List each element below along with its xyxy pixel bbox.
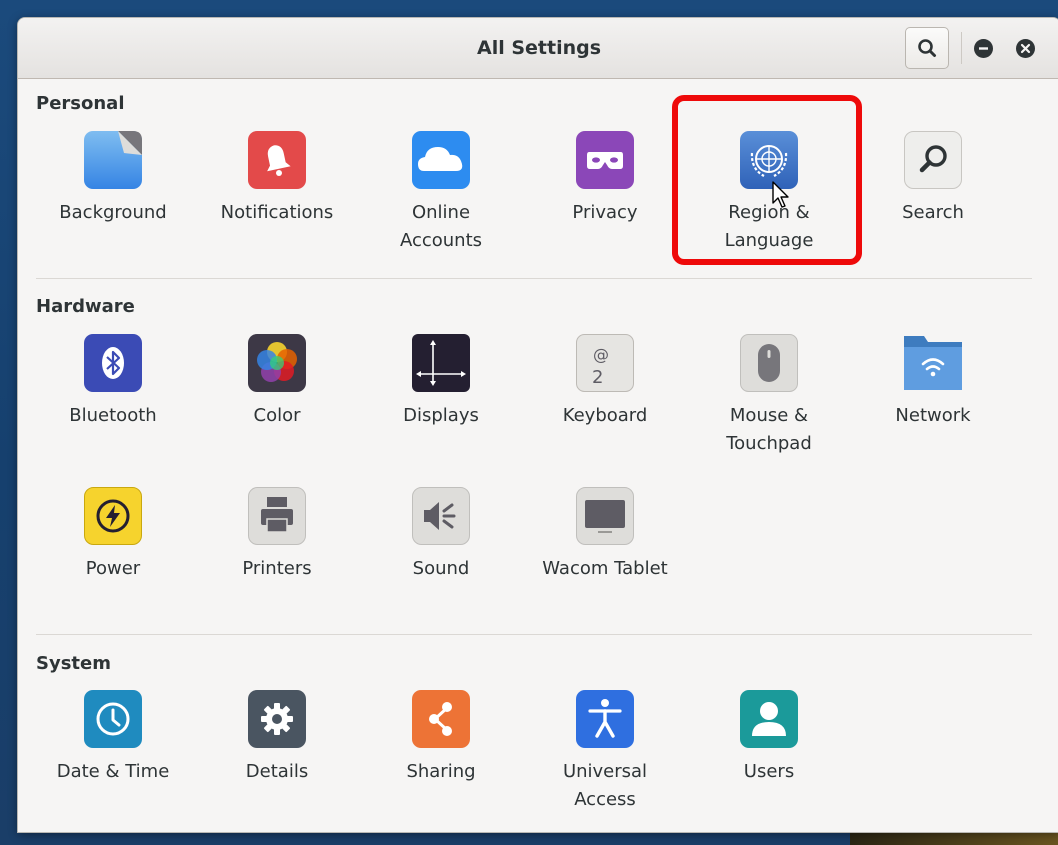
user-icon	[740, 690, 798, 748]
section-divider	[36, 278, 1032, 279]
bluetooth-icon	[84, 334, 142, 392]
panel-label: Sharing	[406, 761, 476, 782]
search-icon	[918, 39, 936, 57]
titlebar-separator	[961, 32, 962, 64]
section-title-hardware: Hardware	[36, 296, 135, 317]
close-button[interactable]	[1016, 39, 1035, 58]
displays-icon	[412, 334, 470, 392]
panel-label: Details	[245, 761, 309, 782]
section-title-system: System	[36, 653, 111, 674]
background-icon	[84, 131, 142, 189]
clock-icon	[84, 690, 142, 748]
panel-background[interactable]: Background	[31, 131, 195, 227]
panel-label: Region & Language	[724, 202, 814, 251]
panel-label: Printers	[242, 558, 312, 579]
mask-icon	[576, 131, 634, 189]
panel-label: Network	[895, 405, 971, 426]
color-wheel-icon	[248, 334, 306, 392]
panel-label: Wacom Tablet	[542, 558, 668, 579]
panel-label: Color	[253, 405, 301, 426]
key-bottom-text: 2	[592, 367, 603, 388]
panel-mouse-touchpad[interactable]: Mouse & Touchpad	[687, 334, 851, 458]
panel-universal-access[interactable]: Universal Access	[523, 690, 687, 814]
panel-label: Displays	[403, 405, 479, 426]
panel-details[interactable]: Details	[195, 690, 359, 786]
panel-power[interactable]: Power	[31, 487, 195, 583]
mouse-cursor-icon	[772, 181, 789, 208]
close-icon	[1020, 43, 1031, 54]
panel-keyboard[interactable]: @ 2 Keyboard	[523, 334, 687, 430]
accessibility-icon	[576, 690, 634, 748]
settings-window: All Settings Personal Background Notific…	[18, 18, 1058, 832]
panel-label: Sound	[412, 558, 470, 579]
network-folder-icon	[902, 334, 964, 392]
mouse-icon	[740, 334, 798, 392]
panel-notifications[interactable]: Notifications	[195, 131, 359, 227]
panel-label: Mouse & Touchpad	[726, 405, 812, 454]
section-divider	[36, 634, 1032, 635]
panel-sound[interactable]: Sound	[359, 487, 523, 583]
panel-label: Notifications	[220, 202, 334, 223]
speaker-icon	[412, 487, 470, 545]
panel-label: Background	[59, 202, 167, 223]
panel-label: Power	[85, 558, 141, 579]
share-icon	[412, 690, 470, 748]
panel-sharing[interactable]: Sharing	[359, 690, 523, 786]
panel-label: Keyboard	[562, 405, 648, 426]
desktop-background-bottom	[850, 830, 1058, 845]
keyboard-icon: @ 2	[576, 334, 634, 392]
panel-privacy[interactable]: Privacy	[523, 131, 687, 227]
window-title: All Settings	[476, 37, 602, 59]
panel-date-time[interactable]: Date & Time	[31, 690, 195, 786]
cloud-icon	[412, 131, 470, 189]
panel-bluetooth[interactable]: Bluetooth	[31, 334, 195, 430]
panel-online-accounts[interactable]: Online Accounts	[359, 131, 523, 255]
minimize-button[interactable]	[974, 39, 993, 58]
panel-label: Privacy	[572, 202, 638, 223]
panel-label: Date & Time	[56, 761, 170, 782]
panel-network[interactable]: Network	[851, 334, 1015, 430]
panel-color[interactable]: Color	[195, 334, 359, 430]
magnifier-icon	[904, 131, 962, 189]
panel-wacom-tablet[interactable]: Wacom Tablet	[523, 487, 687, 583]
panel-label: Search	[902, 202, 964, 223]
panel-users[interactable]: Users	[687, 690, 851, 786]
panel-region-language[interactable]: Region & Language	[687, 131, 851, 255]
titlebar: All Settings	[18, 18, 1058, 79]
panel-search[interactable]: Search	[851, 131, 1015, 227]
panel-label: Users	[743, 761, 795, 782]
search-button[interactable]	[905, 27, 949, 69]
printer-icon	[248, 487, 306, 545]
power-icon	[84, 487, 142, 545]
panel-displays[interactable]: Displays	[359, 334, 523, 430]
section-title-personal: Personal	[36, 93, 125, 114]
gear-icon	[248, 690, 306, 748]
panel-label: Online Accounts	[399, 202, 483, 251]
panel-printers[interactable]: Printers	[195, 487, 359, 583]
tablet-icon	[576, 487, 634, 545]
key-top-text: @	[593, 345, 609, 364]
bell-icon	[248, 131, 306, 189]
panel-label: Bluetooth	[69, 405, 157, 426]
minimize-icon	[979, 47, 988, 50]
panel-label: Universal Access	[562, 761, 648, 810]
